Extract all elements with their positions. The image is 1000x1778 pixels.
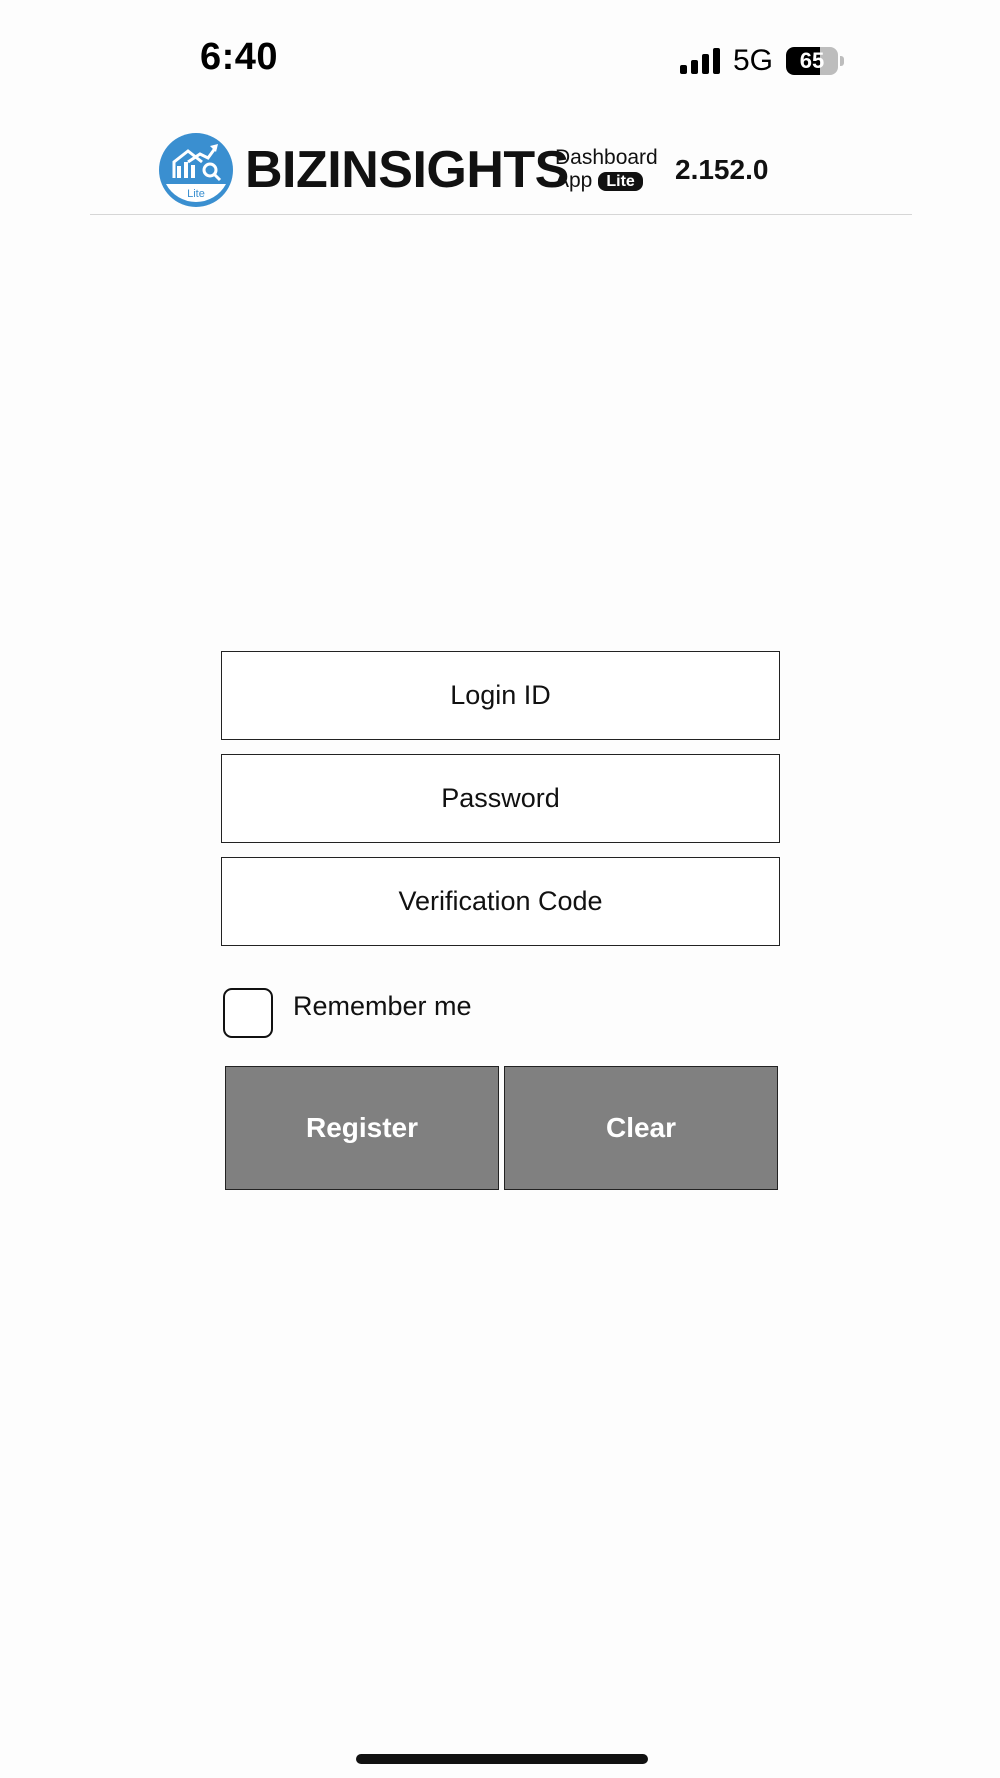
verification-code-input[interactable] <box>221 857 780 946</box>
status-time: 6:40 <box>200 36 279 78</box>
battery-icon: 65 <box>786 47 838 75</box>
battery-nub <box>840 56 844 66</box>
remember-me-label[interactable]: Remember me <box>293 991 472 1022</box>
register-button[interactable]: Register <box>225 1066 499 1190</box>
home-indicator <box>356 1754 648 1764</box>
app-brand-name: BIZINSIGHTS <box>245 141 569 199</box>
password-input[interactable] <box>221 754 780 843</box>
battery-percentage: 65 <box>799 48 825 73</box>
remember-me-checkbox[interactable] <box>223 988 273 1038</box>
app-version: 2.152.0 <box>675 154 769 185</box>
header-divider <box>90 214 912 215</box>
clear-button[interactable]: Clear <box>504 1066 778 1190</box>
login-id-input[interactable] <box>221 651 780 740</box>
app-subtitle: Dashboard App Lite <box>555 146 658 192</box>
network-type: 5G <box>733 44 774 77</box>
app-subtitle-line2: App Lite <box>555 169 658 192</box>
cellular-signal-icon <box>680 48 720 74</box>
bizinsights-logo-icon: Lite <box>159 133 233 207</box>
lite-badge: Lite <box>598 172 643 191</box>
logo-lite-text: Lite <box>187 188 205 200</box>
app-subtitle-line1: Dashboard <box>555 146 658 169</box>
app-subtitle-app: App <box>555 169 593 192</box>
